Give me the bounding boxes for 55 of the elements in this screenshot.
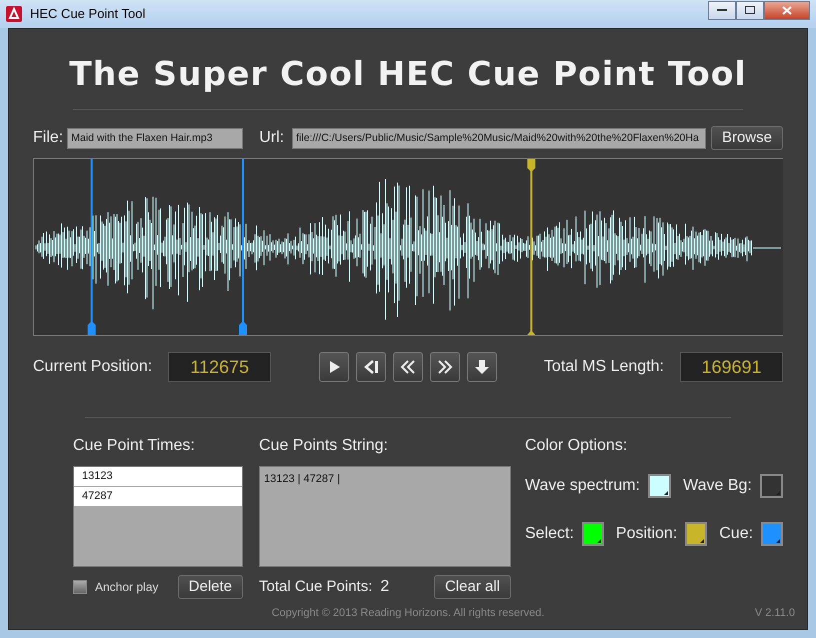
cue-time-item[interactable]: 47287 [74, 487, 242, 506]
cue-marker[interactable] [88, 159, 96, 335]
url-label: Url: [259, 128, 284, 148]
play-button[interactable] [318, 352, 349, 382]
cue-marker[interactable] [239, 159, 247, 335]
step-back-button[interactable] [356, 352, 386, 382]
url-field[interactable]: file:///C:/Users/Public/Music/Sample%20Music/Maid%20with%20the%20Flaxen%20Ha [292, 128, 706, 148]
clear-all-button[interactable]: Clear all [434, 575, 511, 599]
browse-button[interactable]: Browse [710, 126, 783, 150]
version-text: V 2.11.0 [754, 606, 795, 620]
current-position-display: 112675 [168, 352, 272, 382]
total-length-display: 169691 [680, 352, 783, 382]
double-chevron-left-icon [398, 358, 417, 376]
color-option-label: Cue: [719, 524, 754, 544]
cue-times-list[interactable]: 13123 47287 [73, 466, 243, 567]
color-swatch[interactable] [761, 522, 783, 546]
cue-times-label: Cue Point Times: [73, 436, 196, 456]
cue-time-item[interactable]: 13123 [74, 467, 242, 486]
anchor-play-label: Anchor play [95, 579, 158, 596]
cue-string-field[interactable]: 13123 | 47287 | [259, 466, 511, 567]
maximize-icon [745, 6, 755, 14]
down-arrow-icon [472, 358, 491, 376]
app-heading: The Super Cool HEC Cue Point Tool [69, 53, 747, 95]
maximize-button[interactable] [736, 0, 764, 20]
color-swatch[interactable] [648, 474, 672, 498]
position-marker[interactable] [527, 159, 536, 335]
close-icon [782, 6, 792, 14]
total-cue-points-value: 2 [380, 577, 390, 597]
color-swatch[interactable] [760, 474, 783, 498]
color-swatch[interactable] [582, 522, 604, 546]
total-cue-points-label: Total Cue Points: [259, 576, 372, 597]
minimize-icon [717, 8, 727, 12]
down-arrow-button[interactable] [466, 352, 497, 382]
file-label: File: [33, 128, 64, 148]
file-field[interactable]: Maid with the Flaxen Hair.mp3 [67, 128, 244, 148]
cue-string-label: Cue Points String: [259, 436, 389, 456]
close-button[interactable] [764, 0, 810, 20]
anchor-play-checkbox[interactable] [73, 580, 87, 594]
color-option-label: Wave spectrum: [525, 476, 640, 496]
step-back-icon [362, 358, 380, 376]
copyright-text: Copyright © 2013 Reading Horizons. All rights reserved. [272, 606, 544, 620]
color-option-label: Position: [616, 524, 678, 544]
delete-button[interactable]: Delete [178, 575, 243, 599]
color-option-label: Wave Bg: [683, 476, 752, 496]
color-options-label: Color Options: [525, 436, 628, 456]
double-chevron-right-icon [436, 358, 454, 376]
color-option-label: Select: [525, 524, 574, 544]
app-icon [6, 6, 22, 22]
forward-button[interactable] [430, 352, 460, 382]
current-position-label: Current Position: [33, 357, 152, 377]
rewind-button[interactable] [392, 352, 423, 382]
window-title: HEC Cue Point Tool [30, 5, 146, 24]
color-swatch[interactable] [685, 522, 708, 546]
minimize-button[interactable] [708, 0, 736, 20]
total-length-label: Total MS Length: [544, 357, 664, 377]
